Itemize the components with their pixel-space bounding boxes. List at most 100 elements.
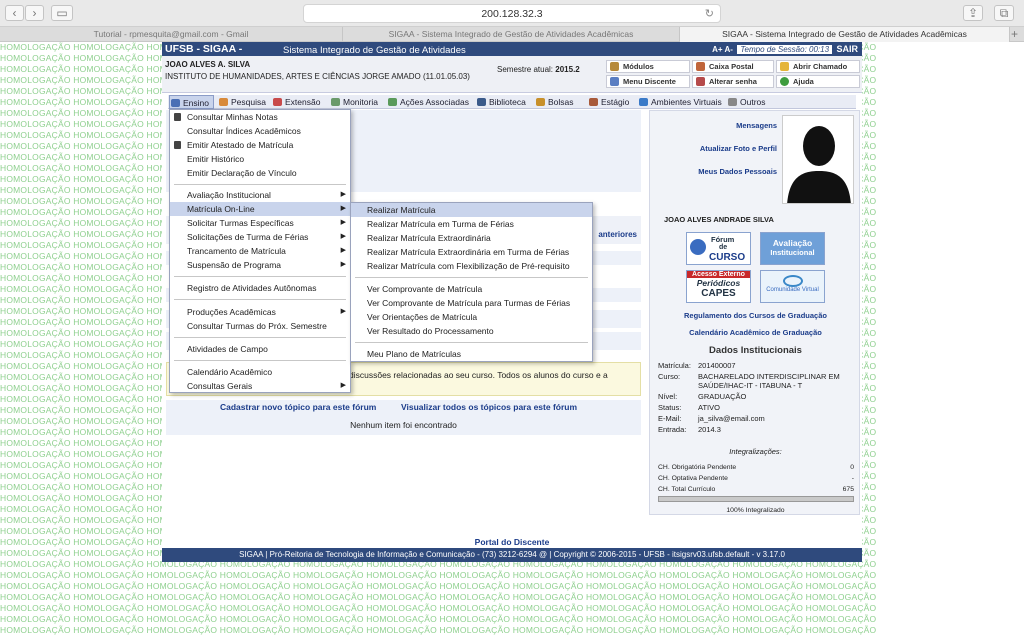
integ-row: CH. Total Currículo 675 [658, 486, 854, 493]
watermark-row: HOMOLOGAÇÃO HOMOLOGAÇÃO HOMOLOGAÇÃO HOMO… [0, 603, 877, 613]
empty-message: Nenhum item foi encontrado [350, 420, 457, 430]
email-label: E-Mail: [658, 414, 682, 423]
menu-item-trancamento[interactable]: Trancamento de Matrícula ▶ [170, 244, 350, 258]
menu-item-turmas-prox-semestre[interactable]: Consultar Turmas do Próx. Semestre [170, 319, 350, 333]
regulamento-link[interactable]: Regulamento dos Cursos de Graduação [650, 311, 861, 320]
menu-monitoria[interactable]: Monitoria [330, 95, 378, 109]
browser-toolbar: ‹ › ▭ 200.128.32.3 ↻ ⇪ ⧉ [0, 0, 1024, 27]
modulos-button[interactable]: Módulos [606, 60, 690, 73]
logout-link[interactable]: SAIR [836, 44, 858, 54]
new-tab-icon[interactable]: + [1011, 27, 1018, 42]
caixa-postal-button[interactable]: Caixa Postal [692, 60, 774, 73]
submenu-arrow-icon: ▶ [340, 247, 346, 254]
menu-item-calendario[interactable]: Calendário Acadêmico [170, 365, 350, 379]
integ-row: CH. Optativa Pendente - [658, 475, 854, 482]
portal-discente-link[interactable]: Portal do Discente [162, 537, 862, 547]
menu-acoes-associadas[interactable]: Ações Associadas [387, 95, 469, 109]
reload-icon[interactable]: ↻ [705, 5, 714, 23]
menu-bolsas[interactable]: Bolsas [535, 95, 574, 109]
view-topics-link[interactable]: Visualizar todos os tópicos para este fó… [401, 402, 577, 412]
browser-tab-active[interactable]: SIGAA - Sistema Integrado de Gestão de A… [680, 27, 1010, 42]
submenu-item-extraordinaria-ferias[interactable]: Realizar Matrícula Extraordinária em Tur… [351, 245, 592, 259]
extensao-icon [273, 98, 282, 106]
font-size-controls[interactable]: A+ A- [712, 45, 733, 54]
sidebar-toggle-icon[interactable]: ▭ [51, 5, 73, 21]
alterar-senha-button[interactable]: Alterar senha [692, 75, 774, 88]
back-button[interactable]: ‹ [5, 5, 24, 21]
menu-item-atestado[interactable]: Emitir Atestado de Matrícula [170, 138, 350, 152]
tabs-overview-icon[interactable]: ⧉ [994, 5, 1014, 21]
menu-outros[interactable]: Outros [727, 95, 766, 109]
share-icon[interactable]: ⇪ [963, 5, 983, 21]
entrada-label: Entrada: [658, 425, 687, 434]
browser-tab[interactable]: SIGAA - Sistema Integrado de Gestão de A… [343, 27, 680, 42]
menu-extensao[interactable]: Extensão [272, 95, 320, 109]
globe-icon [782, 275, 803, 287]
menu-item-turma-ferias[interactable]: Solicitações de Turma de Férias ▶ [170, 230, 350, 244]
menu-estagio[interactable]: Estágio [588, 95, 629, 109]
submenu-item-matricula-extraordinaria[interactable]: Realizar Matrícula Extraordinária [351, 231, 592, 245]
menu-item-consultas-gerais[interactable]: Consultas Gerais ▶ [170, 379, 350, 393]
avaliacao-institucional-logo[interactable]: Avaliação Institucional [760, 232, 825, 265]
menu-item-consultar-notas[interactable]: Consultar Minhas Notas [170, 110, 350, 124]
submenu-item-orientacoes[interactable]: Ver Orientações de Matrícula [351, 310, 592, 324]
forward-button[interactable]: › [25, 5, 44, 21]
submenu-item-realizar-matricula[interactable]: Realizar Matrícula [351, 203, 592, 217]
document-icon [174, 141, 181, 149]
submenu-arrow-icon: ▶ [340, 382, 346, 389]
forum-curso-logo[interactable]: Fórum de CURSO [686, 232, 751, 265]
dados-institucionais-title: Dados Institucionais [709, 345, 802, 356]
submenu-item-resultado[interactable]: Ver Resultado do Processamento [351, 324, 592, 338]
menu-item-declaracao[interactable]: Emitir Declaração de Vínculo [170, 166, 350, 180]
menu-separator [174, 337, 346, 338]
menu-item-atividades-autonomas[interactable]: Registro de Atividades Autônomas [170, 281, 350, 295]
menu-item-producoes[interactable]: Produções Acadêmicas ▶ [170, 305, 350, 319]
menu-separator [355, 277, 588, 278]
submenu-item-matricula-ferias[interactable]: Realizar Matrícula em Turma de Férias [351, 217, 592, 231]
menu-biblioteca[interactable]: Biblioteca [476, 95, 526, 109]
monitoria-icon [331, 98, 340, 106]
new-topic-link[interactable]: Cadastrar novo tópico para este fórum [220, 402, 376, 412]
menu-discente-button[interactable]: Menu Discente [606, 75, 690, 88]
ajuda-button[interactable]: Ajuda [776, 75, 860, 88]
menu-item-indices[interactable]: Consultar Índices Acadêmicos [170, 124, 350, 138]
entrada-value: 2014.3 [698, 425, 721, 434]
submenu-item-flexibilizacao[interactable]: Realizar Matrícula com Flexibilização de… [351, 259, 592, 273]
mailbox-icon [696, 62, 705, 71]
abrir-chamado-button[interactable]: Abrir Chamado [776, 60, 860, 73]
atualizar-foto-link[interactable]: Atualizar Foto e Perfil [700, 144, 777, 153]
dados-pessoais-link[interactable]: Meus Dados Pessoais [698, 167, 777, 176]
mensagens-link[interactable]: Mensagens [736, 121, 777, 130]
submenu-item-plano-matriculas[interactable]: Meu Plano de Matrículas [351, 347, 592, 361]
help-icon [780, 77, 789, 86]
browser-tab-bar: Tutorial - rpmesquita@gmail.com - Gmail … [0, 27, 1024, 42]
periodicos-capes-logo[interactable]: Acesso Externo Periódicos CAPES [686, 270, 751, 303]
menu-pesquisa[interactable]: Pesquisa [218, 95, 266, 109]
menu-ensino[interactable]: Ensino [169, 95, 214, 109]
menu-item-suspensao[interactable]: Suspensão de Programa ▶ [170, 258, 350, 272]
watermark-row: HOMOLOGAÇÃO HOMOLOGAÇÃO HOMOLOGAÇÃO HOMO… [0, 570, 877, 580]
nivel-label: Nível: [658, 392, 678, 401]
menu-item-matricula-online[interactable]: Matrícula On-Line ▶ [170, 202, 350, 216]
menu-ambientes-virtuais[interactable]: Ambientes Virtuais [638, 95, 722, 109]
avatar-silhouette-icon [787, 126, 851, 203]
menu-item-avaliacao[interactable]: Avaliação Institucional ▶ [170, 188, 350, 202]
submenu-item-comprovante[interactable]: Ver Comprovante de Matrícula [351, 282, 592, 296]
matricula-value: 201400007 [698, 361, 736, 370]
user-info-bar: JOAO ALVES A. SILVA INSTITUTO DE HUMANID… [162, 56, 862, 93]
browser-tab[interactable]: Tutorial - rpmesquita@gmail.com - Gmail [0, 27, 343, 42]
comunidade-virtual-logo[interactable]: Comunidade Virtual [760, 270, 825, 303]
ambientes-icon [639, 98, 648, 106]
address-bar[interactable]: 200.128.32.3 ↻ [303, 4, 721, 23]
anteriores-link[interactable]: anteriores [598, 230, 637, 239]
menu-item-turmas-especificas[interactable]: Solicitar Turmas Específicas ▶ [170, 216, 350, 230]
app-header: UFSB - SIGAA - Sistema Integrado de Gest… [162, 42, 862, 70]
menu-item-atividades-campo[interactable]: Atividades de Campo [170, 342, 350, 356]
calendario-link[interactable]: Calendário Acadêmico de Graduação [650, 328, 861, 337]
submenu-item-comprovante-ferias[interactable]: Ver Comprovante de Matrícula para Turmas… [351, 296, 592, 310]
menu-item-historico[interactable]: Emitir Histórico [170, 152, 350, 166]
bolsas-icon [536, 98, 545, 106]
email-value: ja_silva@email.com [698, 414, 765, 423]
menu-separator [174, 299, 346, 300]
student-full-name: JOAO ALVES ANDRADE SILVA [664, 215, 774, 224]
